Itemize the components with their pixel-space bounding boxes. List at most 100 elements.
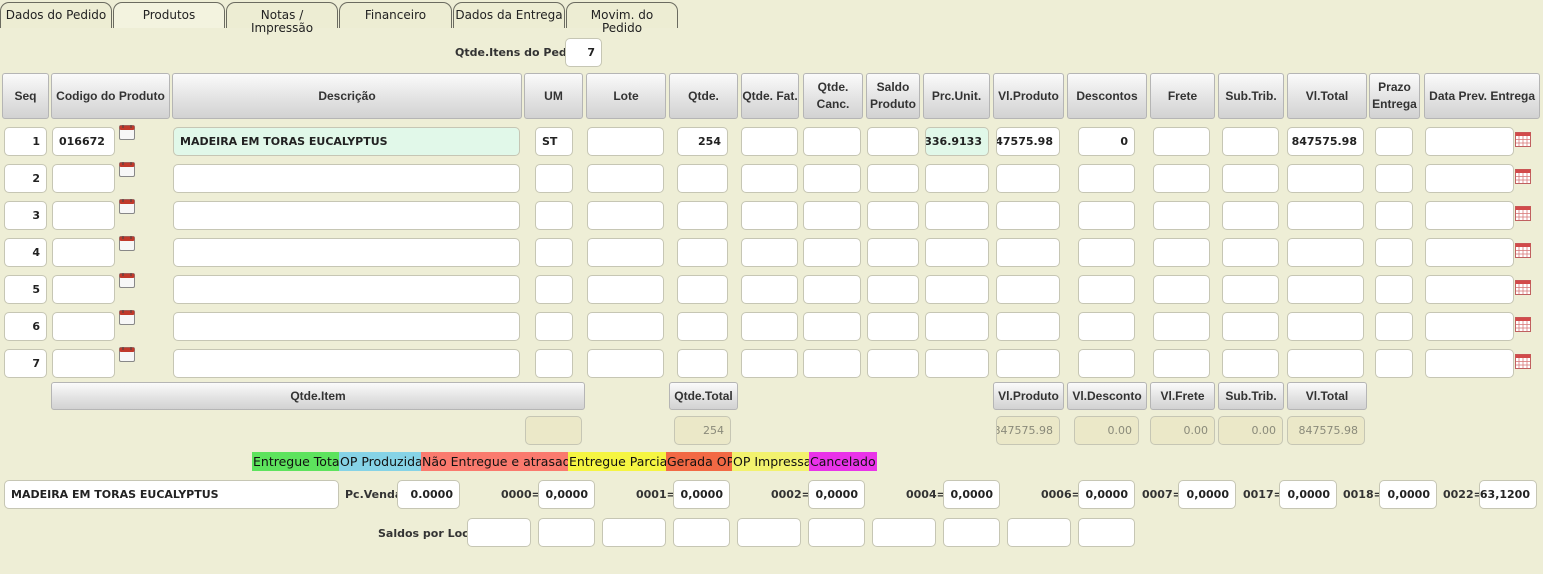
cell-saldo[interactable] — [867, 164, 919, 193]
qtde-total-header[interactable]: Qtde.Total — [669, 382, 738, 410]
cell-frete[interactable] — [1153, 312, 1210, 341]
date-picker-icon[interactable] — [1515, 206, 1531, 221]
cell-prazo[interactable] — [1375, 127, 1413, 156]
cell-descricao[interactable] — [173, 312, 520, 341]
cell-descontos[interactable] — [1078, 238, 1135, 267]
calendar-icon[interactable] — [119, 236, 135, 251]
cell-prazo[interactable] — [1375, 312, 1413, 341]
cell-qtde-canc[interactable] — [803, 201, 861, 230]
price-table-value[interactable]: 0,0000 — [1279, 480, 1337, 509]
cell-descontos[interactable] — [1078, 312, 1135, 341]
qtde-itens-field[interactable]: 7 — [565, 38, 602, 67]
saldo-local-field[interactable] — [943, 518, 1000, 547]
cell-vl-total[interactable] — [1287, 238, 1364, 267]
vl-desconto-total-header[interactable]: Vl.Desconto — [1067, 382, 1147, 410]
cell-descricao[interactable] — [173, 164, 520, 193]
cell-qtde-fat[interactable] — [741, 312, 798, 341]
cell-vl-produto[interactable] — [996, 312, 1060, 341]
cell-qtde-fat[interactable] — [741, 349, 798, 378]
calendar-icon[interactable] — [119, 162, 135, 177]
cell-lote[interactable] — [587, 201, 664, 230]
cell-lote[interactable] — [587, 238, 664, 267]
cell-saldo[interactable] — [867, 349, 919, 378]
cell-qtde-fat[interactable] — [741, 275, 798, 304]
date-picker-icon[interactable] — [1515, 317, 1531, 332]
cell-qtde-canc[interactable] — [803, 164, 861, 193]
cell-descricao[interactable] — [173, 349, 520, 378]
cell-qtde[interactable] — [677, 349, 728, 378]
date-picker-icon[interactable] — [1515, 132, 1531, 147]
cell-codigo[interactable] — [52, 349, 115, 378]
cell-prc-unit[interactable] — [925, 201, 989, 230]
column-header-sub-trib[interactable]: Sub.Trib. — [1218, 73, 1284, 119]
cell-um[interactable] — [535, 164, 573, 193]
price-table-value[interactable]: 0,0000 — [1078, 480, 1135, 509]
column-header-seq[interactable]: Seq — [2, 73, 49, 119]
cell-qtde-canc[interactable] — [803, 275, 861, 304]
date-picker-icon[interactable] — [1515, 243, 1531, 258]
column-header-lote[interactable]: Lote — [586, 73, 666, 119]
price-table-value[interactable]: 0,0000 — [538, 480, 595, 509]
tab-dados-do-pedido[interactable]: Dados do Pedido — [0, 2, 112, 28]
saldo-local-field[interactable] — [737, 518, 801, 547]
cell-seq[interactable]: 7 — [4, 349, 47, 378]
column-header-codigo-do-produto[interactable]: Codigo do Produto — [51, 73, 170, 119]
cell-data-prev[interactable] — [1425, 164, 1514, 193]
date-picker-icon[interactable] — [1515, 169, 1531, 184]
cell-descricao[interactable] — [173, 201, 520, 230]
cell-descricao[interactable]: MADEIRA EM TORAS EUCALYPTUS — [173, 127, 520, 156]
cell-seq[interactable]: 1 — [4, 127, 47, 156]
cell-vl-total[interactable] — [1287, 349, 1364, 378]
cell-sub-trib[interactable] — [1222, 127, 1279, 156]
vl-produto-total-header[interactable]: Vl.Produto — [993, 382, 1064, 410]
cell-prc-unit[interactable] — [925, 164, 989, 193]
cell-vl-total[interactable] — [1287, 164, 1364, 193]
cell-seq[interactable]: 6 — [4, 312, 47, 341]
cell-qtde-canc[interactable] — [803, 349, 861, 378]
cell-vl-total[interactable] — [1287, 275, 1364, 304]
price-table-value[interactable]: 63,1200 — [1479, 480, 1537, 509]
cell-data-prev[interactable] — [1425, 275, 1514, 304]
cell-vl-total[interactable]: 847575.98 — [1287, 127, 1364, 156]
column-header-vl-produto[interactable]: Vl.Produto — [993, 73, 1064, 119]
cell-lote[interactable] — [587, 349, 664, 378]
cell-saldo[interactable] — [867, 312, 919, 341]
cell-descricao[interactable] — [173, 275, 520, 304]
vl-total-total-header[interactable]: Vl.Total — [1287, 382, 1367, 410]
cell-frete[interactable] — [1153, 275, 1210, 304]
calendar-icon[interactable] — [119, 347, 135, 362]
cell-qtde-fat[interactable] — [741, 127, 798, 156]
cell-vl-total[interactable] — [1287, 312, 1364, 341]
saldo-local-field[interactable] — [1007, 518, 1071, 547]
cell-data-prev[interactable] — [1425, 312, 1514, 341]
cell-prc-unit[interactable] — [925, 349, 989, 378]
cell-lote[interactable] — [587, 164, 664, 193]
cell-um[interactable] — [535, 201, 573, 230]
cell-prc-unit[interactable] — [925, 238, 989, 267]
cell-seq[interactable]: 5 — [4, 275, 47, 304]
cell-descricao[interactable] — [173, 238, 520, 267]
cell-prazo[interactable] — [1375, 201, 1413, 230]
cell-saldo[interactable] — [867, 201, 919, 230]
cell-lote[interactable] — [587, 312, 664, 341]
cell-codigo[interactable] — [52, 275, 115, 304]
cell-data-prev[interactable] — [1425, 201, 1514, 230]
tab-dados-da-entrega[interactable]: Dados da Entrega — [453, 2, 565, 28]
cell-prc-unit[interactable]: 3336.9133 — [925, 127, 989, 156]
cell-vl-produto[interactable] — [996, 275, 1060, 304]
saldo-local-field[interactable] — [673, 518, 730, 547]
sub-trib-total-header[interactable]: Sub.Trib. — [1218, 382, 1284, 410]
calendar-icon[interactable] — [119, 310, 135, 325]
cell-qtde-canc[interactable] — [803, 312, 861, 341]
cell-vl-produto[interactable] — [996, 201, 1060, 230]
cell-vl-total[interactable] — [1287, 201, 1364, 230]
cell-frete[interactable] — [1153, 238, 1210, 267]
column-header-prc-unit[interactable]: Prc.Unit. — [923, 73, 990, 119]
cell-vl-produto[interactable]: 847575.98 — [996, 127, 1060, 156]
price-table-value[interactable]: 0,0000 — [808, 480, 865, 509]
column-header-frete[interactable]: Frete — [1150, 73, 1215, 119]
cell-codigo[interactable] — [52, 201, 115, 230]
column-header-vl-total[interactable]: Vl.Total — [1287, 73, 1367, 119]
date-picker-icon[interactable] — [1515, 280, 1531, 295]
saldo-local-field[interactable] — [808, 518, 865, 547]
